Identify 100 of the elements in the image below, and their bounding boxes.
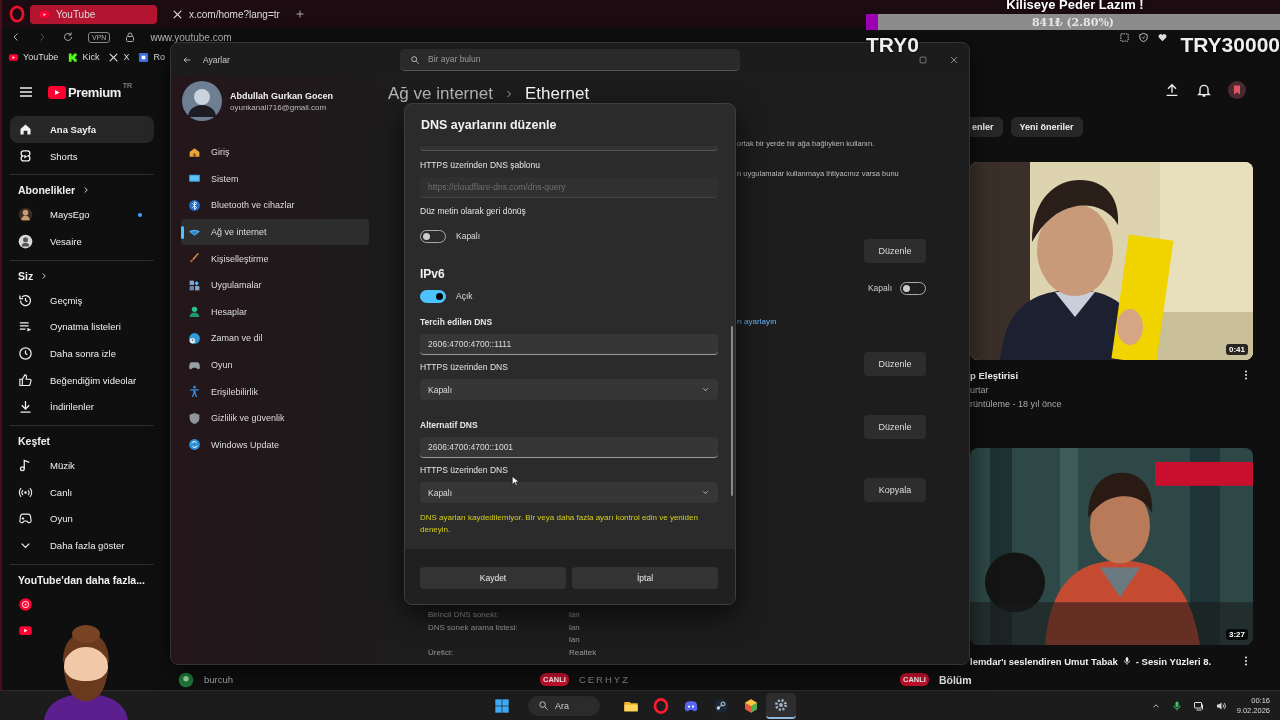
profile-avatar[interactable] (182, 81, 222, 121)
breadcrumb-link[interactable]: Ağ ve internet (388, 84, 493, 104)
field-label: Alternatif DNS (420, 419, 479, 432)
sidebar-item[interactable]: Geçmiş (10, 286, 154, 314)
channel-name[interactable]: urtar (970, 383, 989, 397)
channel-name[interactable]: burcuh (204, 674, 234, 685)
bookmark-link[interactable]: Ro (138, 51, 165, 63)
sidebar-item[interactable]: Oyun (10, 505, 154, 533)
section-heading: Siz (18, 269, 34, 282)
field-label: HTTPS üzerinden DNS (420, 361, 509, 374)
goal-title: Kiliseye Peder Lazım ! (1005, 0, 1145, 12)
action-button[interactable]: Düzenle (864, 239, 926, 263)
address-field[interactable]: www.youtube.com (150, 31, 232, 43)
dialog-button[interactable]: Kaydet (420, 567, 566, 589)
close-icon[interactable] (949, 54, 959, 65)
browser-tab[interactable]: YouTube (30, 4, 157, 24)
reload-icon[interactable] (62, 31, 74, 43)
search-icon (410, 54, 420, 65)
toggle-switch[interactable] (420, 289, 446, 303)
action-button[interactable]: Kopyala (864, 478, 926, 502)
taskbar-search[interactable]: Ara (528, 695, 600, 716)
youtube-logo-icon[interactable] (48, 85, 66, 99)
bookmark-link[interactable]: X (108, 51, 130, 63)
heart-icon[interactable] (1157, 31, 1168, 43)
maximize-icon[interactable] (918, 54, 928, 65)
plus-icon[interactable] (294, 8, 306, 20)
microphone-icon (1121, 656, 1132, 666)
globe-clock-icon (188, 331, 201, 345)
nav-item[interactable]: Giriş (181, 139, 369, 166)
text-field[interactable]: 2606:4700:4700::1001 (420, 437, 718, 458)
microphone-icon[interactable] (1170, 699, 1183, 712)
sidebar-item[interactable]: Shorts (10, 142, 154, 170)
clock-icon (18, 345, 33, 361)
network-icon[interactable] (1192, 699, 1205, 712)
sidebar-item[interactable]: Daha sonra izle (10, 340, 154, 367)
nav-item[interactable]: Hesaplar (181, 298, 369, 326)
duration-badge: 3:27 (1226, 629, 1248, 640)
nav-item[interactable]: Zaman ve dil (181, 325, 369, 352)
property-label: Üretici: (428, 646, 454, 659)
sidebar-item[interactable]: Vesaire (10, 228, 154, 255)
video-title[interactable]: - Sesin Yüzleri 8. (1135, 655, 1212, 667)
bookmark-link[interactable]: YouTube (8, 51, 59, 63)
text-field[interactable]: 2606:4700:4700::1111 (420, 334, 718, 355)
sidebar-item[interactable]: İndirilenler (10, 393, 154, 421)
sidebar-item[interactable]: Müzik (10, 452, 154, 479)
menu-icon[interactable] (18, 84, 34, 100)
field-label: Düz metin olarak geri dönüş (420, 205, 527, 218)
opera-icon (653, 697, 669, 714)
nav-item[interactable]: Ağ ve internet (181, 218, 369, 246)
opera-logo-icon[interactable] (8, 5, 26, 23)
dialog-button[interactable]: İptal (572, 567, 718, 589)
duration-badge: 0:41 (1226, 344, 1248, 355)
nav-item[interactable]: Kişiselleştirme (181, 245, 369, 272)
sidebar-item[interactable]: MaysEgo (10, 201, 154, 229)
text-field[interactable]: https://cloudflare-dns.com/dns-query (420, 177, 718, 198)
back-arrow-icon[interactable] (182, 54, 192, 65)
channel-avatar (18, 233, 33, 249)
account-avatar[interactable] (1228, 81, 1246, 99)
sidebar-item[interactable]: Oynatma listeleri (10, 313, 154, 341)
channel-name[interactable]: CERHYZ (578, 674, 630, 685)
filter-chip[interactable]: Yeni öneriler (1010, 117, 1083, 137)
property-value: Realtek (569, 646, 597, 659)
shield-icon[interactable] (1138, 31, 1149, 43)
video-title[interactable]: p Eleştirisi (970, 369, 1019, 381)
sidebar-item[interactable]: Daha fazla göster (10, 532, 154, 559)
sidebar-item[interactable]: Ana Sayfa (10, 116, 154, 143)
filter-chip[interactable]: enler (970, 117, 1003, 137)
search-field[interactable]: Bir ayar bulun (400, 48, 740, 71)
cursor-icon (510, 475, 520, 487)
nav-item[interactable]: Gizlilik ve güvenlik (181, 404, 369, 432)
notification-bell-icon[interactable] (1196, 82, 1212, 98)
taskbar-app[interactable] (766, 692, 796, 719)
nav-item[interactable]: Sistem (181, 165, 369, 193)
dropdown[interactable]: Kapalı (420, 379, 718, 400)
gear-icon (773, 696, 789, 713)
settings-link[interactable]: rı ayarlayın (737, 316, 777, 326)
page-title: Ethernet (524, 84, 590, 104)
sidebar-item[interactable]: Beğendiğim videolar (10, 366, 154, 394)
nav-item[interactable]: Uygulamalar (181, 271, 369, 299)
windows-start-icon[interactable] (494, 697, 510, 714)
channel-avatar[interactable] (178, 671, 194, 688)
scrollbar[interactable] (731, 326, 733, 496)
bookmark-link[interactable]: Kick (67, 51, 100, 63)
user-name: Abdullah Gurkan Gocen (230, 90, 333, 101)
nav-item[interactable]: Windows Update (181, 431, 369, 459)
video-title[interactable]: lemdar'ı seslendiren Umut Tabak (970, 655, 1118, 667)
field-label: HTTPS üzerinden DNS şablonu (420, 159, 541, 172)
dropdown[interactable]: Kapalı (420, 482, 718, 503)
sidebar-item[interactable]: Canlı (10, 478, 154, 506)
snapshot-icon[interactable] (1119, 31, 1130, 43)
video-title[interactable]: Bölüm (938, 673, 972, 686)
browser-tab[interactable]: x.com/home?lang=tr (163, 4, 290, 24)
steam-icon (713, 697, 729, 714)
nav-item[interactable]: Oyun (181, 351, 369, 379)
action-button[interactable]: Düzenle (864, 415, 926, 439)
logo-text[interactable]: Premium (68, 84, 121, 100)
action-button[interactable]: Düzenle (864, 352, 926, 376)
upload-icon[interactable] (1164, 82, 1180, 98)
nav-item[interactable]: Bluetooth ve cihazlar (181, 192, 369, 219)
nav-item[interactable]: Erişilebilirlik (181, 378, 369, 405)
